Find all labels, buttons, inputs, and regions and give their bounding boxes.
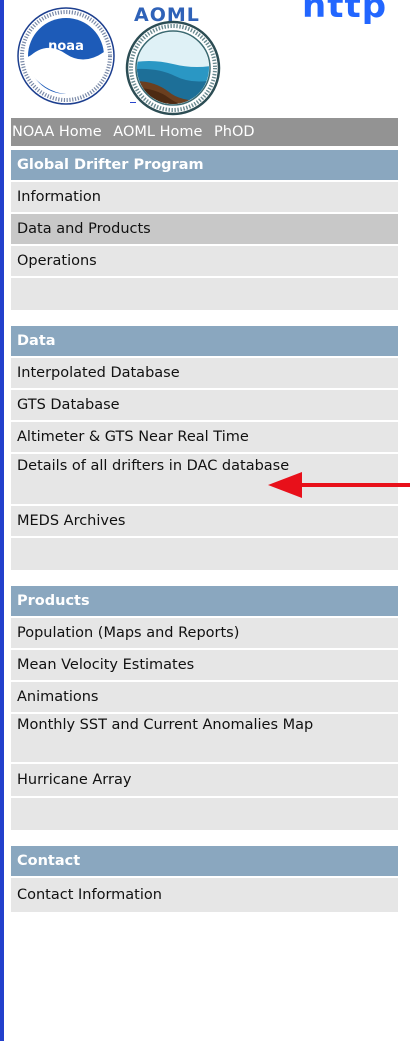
menu-item-altimeter-gts-near-real-time[interactable]: Altimeter & GTS Near Real Time: [11, 422, 398, 452]
menu-item-contact-information[interactable]: Contact Information: [11, 878, 398, 912]
menu-item-population-maps-and-reports[interactable]: Population (Maps and Reports): [11, 618, 398, 648]
section-heading-contact: Contact: [11, 846, 398, 876]
logo-link-underline: [130, 102, 136, 103]
section-heading-data: Data: [11, 326, 398, 356]
red-arrow-annotation: [268, 472, 410, 498]
logo-area[interactable]: noaa AOML: [11, 0, 231, 118]
menu-item-hurricane-array[interactable]: Hurricane Array: [11, 764, 398, 796]
noaa-logo-text: noaa: [48, 39, 84, 54]
menu-item-information[interactable]: Information: [11, 182, 398, 212]
aoml-seal-logo[interactable]: [125, 20, 221, 116]
section-heading-global-drifter-program: Global Drifter Program: [11, 150, 398, 180]
menu-item-monthly-sst-and-current-anomalies-map[interactable]: Monthly SST and Current Anomalies Map: [11, 714, 398, 762]
left-border-rule: [0, 0, 4, 1041]
section-heading-products: Products: [11, 586, 398, 616]
nav-link-phod[interactable]: PhOD: [214, 124, 255, 140]
menu-spacer: [11, 278, 398, 310]
top-navigation-bar: NOAA Home AOML Home PhOD: [11, 118, 398, 146]
menu-item-mean-velocity-estimates[interactable]: Mean Velocity Estimates: [11, 650, 398, 680]
menu-item-gts-database[interactable]: GTS Database: [11, 390, 398, 420]
menu-item-interpolated-database[interactable]: Interpolated Database: [11, 358, 398, 388]
sidebar-menu: Global Drifter Program Information Data …: [11, 150, 398, 914]
menu-spacer: [11, 798, 398, 830]
menu-item-animations[interactable]: Animations: [11, 682, 398, 712]
noaa-logo[interactable]: noaa: [16, 6, 116, 106]
nav-link-noaa-home[interactable]: NOAA Home: [12, 124, 102, 140]
menu-item-operations[interactable]: Operations: [11, 246, 398, 276]
menu-spacer: [11, 538, 398, 570]
menu-item-data-and-products[interactable]: Data and Products: [11, 214, 398, 244]
menu-item-meds-archives[interactable]: MEDS Archives: [11, 506, 398, 536]
url-fragment: http: [302, 0, 388, 26]
nav-link-aoml-home[interactable]: AOML Home: [113, 124, 202, 140]
